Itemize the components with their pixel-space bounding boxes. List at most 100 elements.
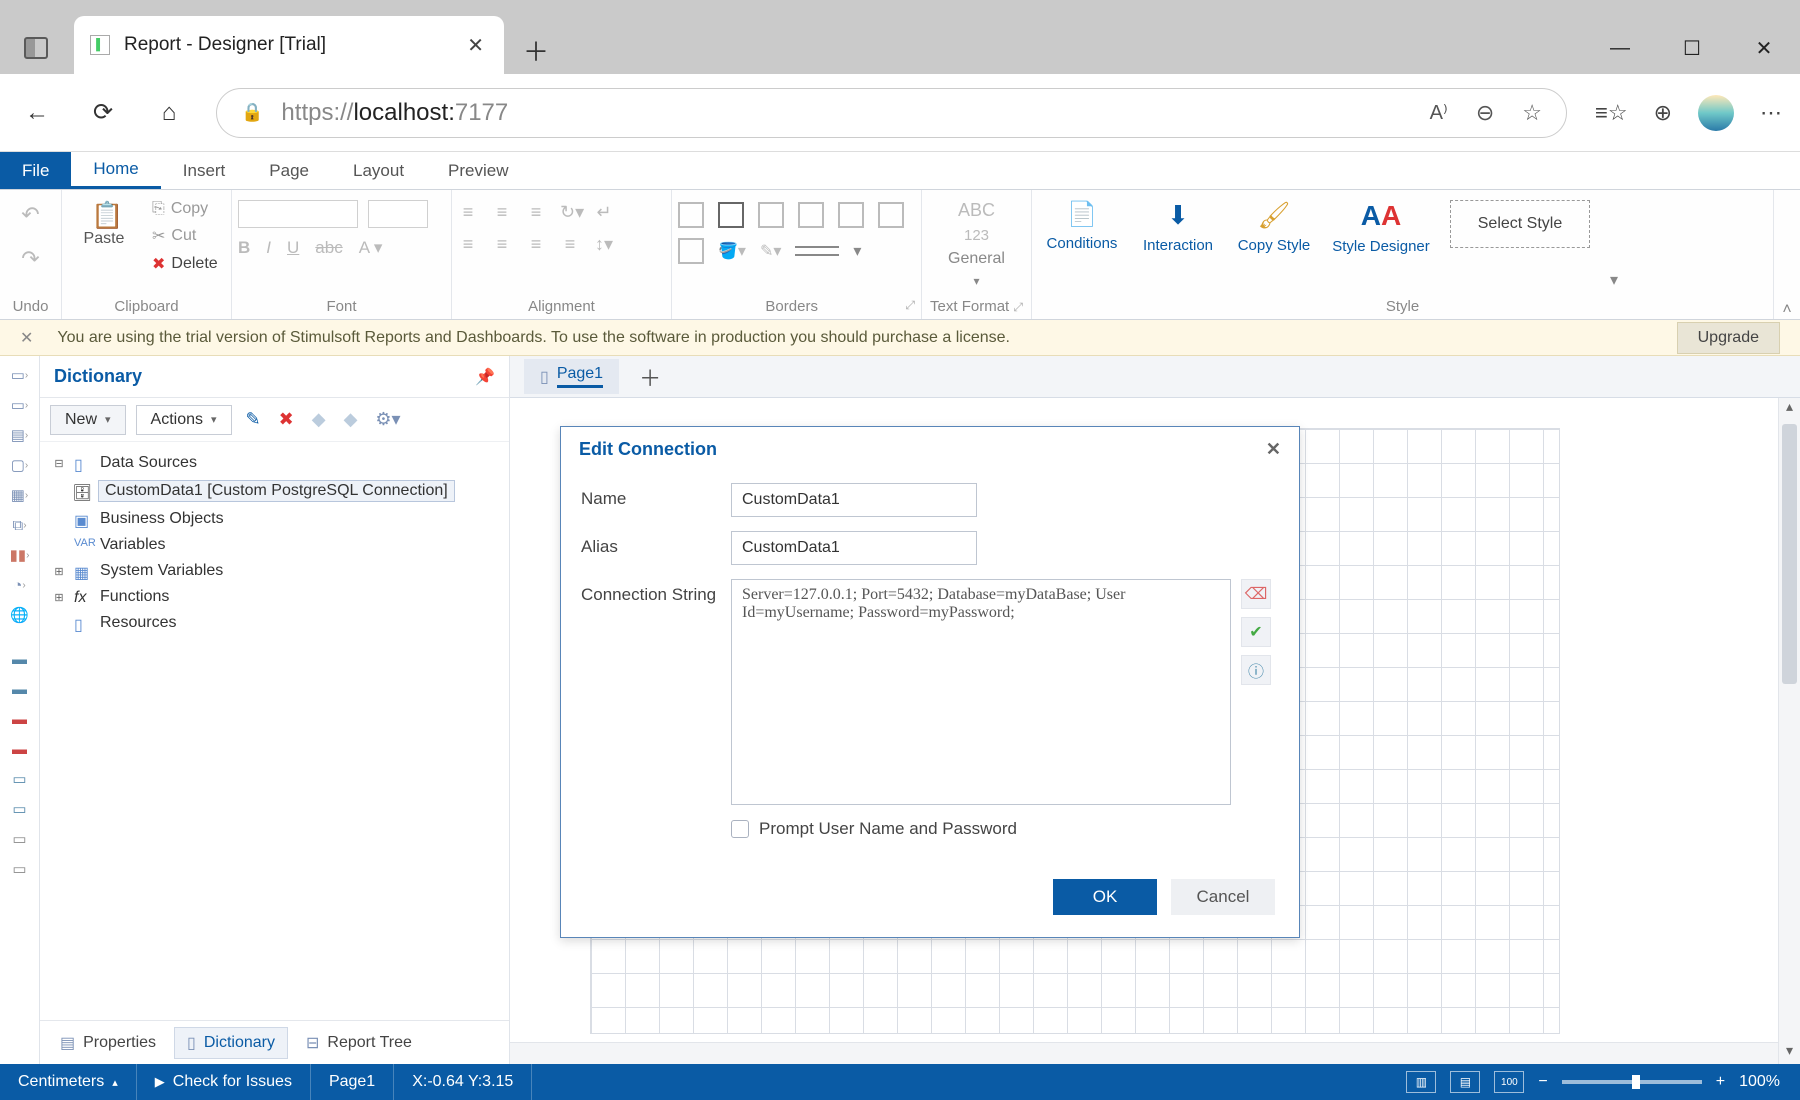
- address-bar[interactable]: 🔒 https://localhost:7177 A⁾ ⊖ ☆: [216, 88, 1567, 138]
- view-mode1-icon[interactable]: ▥: [1406, 1071, 1436, 1093]
- rail-band1-icon[interactable]: ▬: [5, 646, 35, 672]
- refresh-button[interactable]: ⟳: [84, 98, 122, 127]
- cut-button[interactable]: ✂Cut: [146, 224, 224, 248]
- rail-chart-icon[interactable]: ▮▮›: [5, 542, 35, 568]
- paste-label[interactable]: Paste: [84, 230, 125, 248]
- border-outer-icon[interactable]: [718, 202, 744, 228]
- settings-icon[interactable]: ⚙▾: [371, 409, 404, 430]
- window-minimize-icon[interactable]: —: [1584, 22, 1656, 74]
- tab-insert[interactable]: Insert: [161, 152, 248, 189]
- check-issues-button[interactable]: ▶Check for Issues: [137, 1064, 311, 1100]
- zoom-in-button[interactable]: +: [1716, 1073, 1725, 1091]
- copy-style-button[interactable]: 🖌Copy Style: [1230, 194, 1318, 254]
- delete-button[interactable]: ✖Delete: [146, 252, 224, 276]
- collapse-ribbon-icon[interactable]: ˄: [1774, 190, 1800, 319]
- font-family-select[interactable]: [238, 200, 358, 228]
- test-connection-icon[interactable]: ✔: [1241, 617, 1271, 647]
- panel-tab-dictionary[interactable]: ▯Dictionary: [174, 1027, 288, 1059]
- rail-text-icon[interactable]: ▭›: [5, 362, 35, 388]
- favorites-list-icon[interactable]: ≡☆: [1595, 100, 1628, 126]
- rail-gauge-icon[interactable]: ◔›: [5, 572, 35, 598]
- tree-functions[interactable]: ⊞fxFunctions: [50, 584, 499, 610]
- clear-connection-icon[interactable]: ⌫: [1241, 579, 1271, 609]
- redo-icon[interactable]: ↷: [21, 246, 39, 272]
- status-page[interactable]: Page1: [311, 1064, 394, 1100]
- rail-band5-icon[interactable]: ▭: [5, 766, 35, 792]
- rail-clone-icon[interactable]: ⧉›: [5, 512, 35, 538]
- border-left-icon[interactable]: [758, 202, 784, 228]
- panel-tab-properties[interactable]: ▤Properties: [48, 1028, 168, 1058]
- rail-shape-icon[interactable]: ▢›: [5, 452, 35, 478]
- prompt-checkbox[interactable]: [731, 820, 749, 838]
- rail-band3-icon[interactable]: ▬: [5, 706, 35, 732]
- info-connection-icon[interactable]: ⓘ: [1241, 655, 1271, 685]
- fill-icon[interactable]: 🪣▾: [718, 241, 746, 261]
- actions-dropdown[interactable]: Actions▾: [136, 405, 232, 435]
- align-center-icon[interactable]: ≡: [492, 234, 512, 254]
- scroll-thumb[interactable]: [1782, 424, 1797, 684]
- align-top-icon[interactable]: ≡: [458, 202, 478, 222]
- back-button[interactable]: ←: [18, 99, 56, 127]
- select-style-button[interactable]: Select Style: [1450, 200, 1590, 248]
- window-maximize-icon[interactable]: ☐: [1656, 22, 1728, 74]
- up-icon[interactable]: ◆: [308, 409, 330, 430]
- tab-home[interactable]: Home: [71, 152, 160, 189]
- rail-map-icon[interactable]: 🌐: [5, 602, 35, 628]
- tree-business-objects[interactable]: ▣Business Objects: [50, 506, 499, 532]
- paste-icon[interactable]: 📋: [91, 200, 117, 226]
- scroll-up-icon[interactable]: ▴: [1779, 398, 1800, 420]
- close-tab-icon[interactable]: ✕: [467, 33, 484, 58]
- align-left-icon[interactable]: ≡: [458, 234, 478, 254]
- browser-tab-active[interactable]: ▌ Report - Designer [Trial] ✕: [74, 16, 504, 74]
- undo-icon[interactable]: ↶: [21, 202, 39, 228]
- tree-data-sources[interactable]: ⊟▯Data Sources: [50, 450, 499, 476]
- page-tab-1[interactable]: ▯Page1: [524, 359, 619, 394]
- panel-tab-report-tree[interactable]: ⊟Report Tree: [294, 1028, 424, 1058]
- interaction-button[interactable]: ⬇Interaction: [1134, 194, 1222, 254]
- align-mid-icon[interactable]: ≡: [492, 202, 512, 222]
- tab-page[interactable]: Page: [247, 152, 331, 189]
- down-icon[interactable]: ◆: [340, 409, 362, 430]
- zoom-out-button[interactable]: −: [1538, 1073, 1547, 1091]
- rail-band2-icon[interactable]: ▬: [5, 676, 35, 702]
- align-right-icon[interactable]: ≡: [526, 234, 546, 254]
- zoom-100-icon[interactable]: 100: [1494, 1071, 1524, 1093]
- pin-icon[interactable]: 📌: [475, 367, 495, 387]
- dialog-close-icon[interactable]: ✕: [1266, 439, 1281, 460]
- rail-band4-icon[interactable]: ▬: [5, 736, 35, 762]
- conditions-button[interactable]: 📄Conditions: [1038, 194, 1126, 252]
- tab-preview[interactable]: Preview: [426, 152, 530, 189]
- rail-panel-icon[interactable]: ▦›: [5, 482, 35, 508]
- copy-button[interactable]: ⎘Copy: [146, 198, 224, 220]
- rail-image-icon[interactable]: ▭›: [5, 392, 35, 418]
- favorite-icon[interactable]: ☆: [1522, 100, 1542, 126]
- read-aloud-icon[interactable]: A⁾: [1430, 100, 1448, 126]
- style-designer-button[interactable]: AAStyle Designer: [1326, 194, 1436, 255]
- rail-barcode-icon[interactable]: ▤›: [5, 422, 35, 448]
- window-close-icon[interactable]: ✕: [1728, 22, 1800, 74]
- units-selector[interactable]: Centimeters▴: [0, 1064, 137, 1100]
- angle-icon[interactable]: ↻▾: [560, 202, 580, 222]
- profile-avatar[interactable]: [1698, 95, 1734, 131]
- collections-icon[interactable]: ⊕: [1654, 100, 1672, 126]
- tab-layout[interactable]: Layout: [331, 152, 426, 189]
- add-page-button[interactable]: ＋: [629, 361, 671, 393]
- connection-string-input[interactable]: Server=127.0.0.1; Port=5432; Database=my…: [731, 579, 1231, 805]
- rail-band6-icon[interactable]: ▭: [5, 796, 35, 822]
- line-spacing-icon[interactable]: ↕▾: [594, 234, 614, 254]
- view-mode2-icon[interactable]: ▤: [1450, 1071, 1480, 1093]
- tree-resources[interactable]: ▯Resources: [50, 610, 499, 636]
- zoom-out-icon[interactable]: ⊖: [1476, 100, 1494, 126]
- align-bot-icon[interactable]: ≡: [526, 202, 546, 222]
- style-more-icon[interactable]: ▾: [1604, 264, 1624, 296]
- new-dropdown[interactable]: New▾: [50, 405, 126, 435]
- alias-input[interactable]: [731, 531, 977, 565]
- rail-band8-icon[interactable]: ▭: [5, 856, 35, 882]
- border-bottom-icon[interactable]: [878, 202, 904, 228]
- scroll-down-icon[interactable]: ▾: [1779, 1042, 1800, 1064]
- rail-band7-icon[interactable]: ▭: [5, 826, 35, 852]
- cancel-button[interactable]: Cancel: [1171, 879, 1275, 915]
- close-banner-icon[interactable]: ✕: [20, 328, 33, 348]
- name-input[interactable]: [731, 483, 977, 517]
- border-none-icon[interactable]: [678, 238, 704, 264]
